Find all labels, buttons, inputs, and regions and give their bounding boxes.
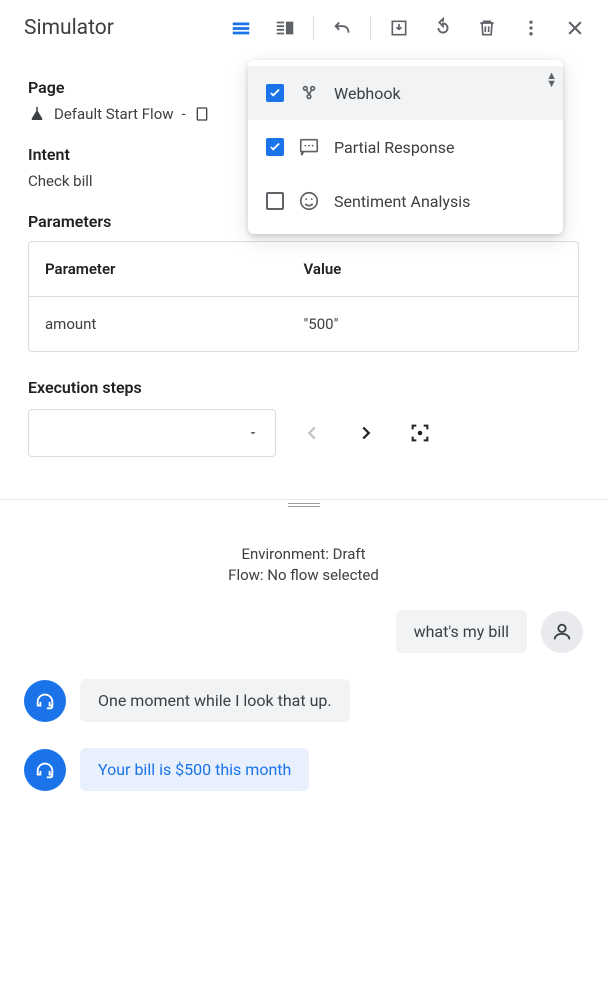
smile-icon: [298, 190, 320, 212]
headset-icon: [34, 690, 56, 712]
separator: [370, 16, 371, 40]
focus-button[interactable]: [402, 415, 438, 451]
trash-icon: [477, 18, 497, 38]
popover-scroll-indicator[interactable]: ▲▼: [546, 72, 557, 88]
param-header: Parameter: [45, 260, 304, 278]
page-icon: [194, 105, 210, 123]
person-icon: [551, 621, 573, 643]
page-sep: -: [182, 105, 186, 123]
value-cell: "500": [304, 315, 563, 333]
user-message-bubble: what's my bill: [396, 610, 527, 653]
center-focus-icon: [409, 422, 431, 444]
replay-button[interactable]: [423, 8, 463, 48]
execution-label: Execution steps: [28, 378, 579, 397]
view-split-button[interactable]: [265, 8, 305, 48]
chat-meta: Environment: Draft Flow: No flow selecte…: [0, 544, 607, 586]
parameters-header: Parameter Value: [29, 242, 578, 297]
popover-item-label: Partial Response: [334, 138, 455, 157]
chevron-right-icon: [355, 422, 377, 444]
popover-item-partial-response[interactable]: Partial Response: [248, 120, 563, 174]
user-message-row: what's my bill: [24, 610, 583, 653]
options-popover: ▲▼ Webhook Partial Response Sentiment An…: [248, 60, 563, 234]
popover-item-label: Sentiment Analysis: [334, 192, 470, 211]
chat-icon: [298, 136, 320, 158]
download-icon: [389, 18, 409, 38]
checkbox-sentiment[interactable]: [266, 192, 284, 210]
simulator-title: Simulator: [24, 16, 221, 40]
popover-item-label: Webhook: [334, 84, 401, 103]
chevron-down-icon: [247, 427, 259, 439]
bot-avatar: [24, 680, 66, 722]
drag-handle[interactable]: [288, 503, 320, 509]
check-icon: [268, 140, 282, 154]
bot-message-bubble: Your bill is $500 this month: [80, 748, 309, 791]
list-lines-icon: [230, 17, 252, 39]
close-button[interactable]: [555, 8, 595, 48]
user-avatar: [541, 611, 583, 653]
download-button[interactable]: [379, 8, 419, 48]
parameters-table: Parameter Value amount "500": [28, 241, 579, 352]
more-vert-icon: [521, 18, 541, 38]
checkbox-partial-response[interactable]: [266, 138, 284, 156]
execution-controls: [28, 409, 579, 457]
headset-icon: [34, 759, 56, 781]
undo-button[interactable]: [322, 8, 362, 48]
separator: [313, 16, 314, 40]
environment-label: Environment: Draft: [0, 544, 607, 565]
flow-name: Default Start Flow: [54, 105, 174, 123]
flow-selected-label: Flow: No flow selected: [0, 565, 607, 586]
chevron-left-icon: [301, 422, 323, 444]
value-header: Value: [304, 260, 563, 278]
next-step-button[interactable]: [348, 415, 384, 451]
delete-button[interactable]: [467, 8, 507, 48]
popover-item-sentiment[interactable]: Sentiment Analysis: [248, 174, 563, 228]
bot-avatar: [24, 749, 66, 791]
toolbar-icons: [221, 8, 595, 48]
execution-step-select[interactable]: [28, 409, 276, 457]
param-cell: amount: [45, 315, 304, 333]
prev-step-button[interactable]: [294, 415, 330, 451]
panel-divider: [0, 499, 607, 500]
close-icon: [565, 18, 585, 38]
bot-message-row: One moment while I look that up.: [24, 679, 583, 722]
bot-message-bubble: One moment while I look that up.: [80, 679, 350, 722]
undo-icon: [331, 17, 353, 39]
checkbox-webhook[interactable]: [266, 84, 284, 102]
view-list-button[interactable]: [221, 8, 261, 48]
webhook-icon: [298, 82, 320, 104]
bot-message-row: Your bill is $500 this month: [24, 748, 583, 791]
split-view-icon: [274, 17, 296, 39]
replay-icon: [432, 17, 454, 39]
more-button[interactable]: [511, 8, 551, 48]
table-row: amount "500": [29, 297, 578, 351]
chat-area: what's my bill One moment while I look t…: [0, 586, 607, 791]
toolbar: Simulator: [0, 0, 607, 56]
check-icon: [268, 86, 282, 100]
flow-icon: [28, 105, 46, 123]
popover-item-webhook[interactable]: Webhook: [248, 66, 563, 120]
